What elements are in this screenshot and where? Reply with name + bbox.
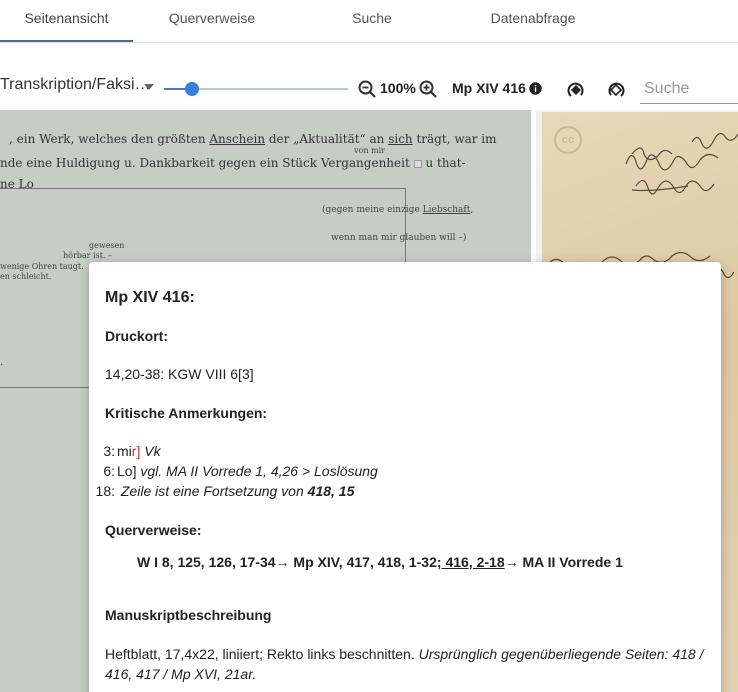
view-mode-select[interactable]: Transkription/Faksi…	[0, 76, 156, 102]
popup-title: Mp XIV 416:	[105, 289, 195, 306]
line-text: u that-	[425, 156, 466, 170]
arrow-right-icon: →	[504, 554, 519, 570]
druckort-heading: Druckort:	[105, 328, 169, 344]
critical-note: 6: Lo] vgl. MA II Vorrede 1, 4,26 > Loslö…	[89, 463, 378, 479]
druckort-text: 14,20-38: KGW VIII 6[3]	[105, 366, 254, 382]
cross-reference-line: W I 8, 125, 126, 17-34→ Mp XIV, 417, 418…	[137, 554, 623, 570]
cross-reference-text: W I 8, 125, 126, 17-34	[137, 554, 276, 570]
transcription-line-1: , ein Werk, welches den größten Anschein…	[9, 132, 497, 146]
line-text: trägt, war im	[412, 132, 497, 146]
chevron-down-icon	[144, 84, 154, 90]
underlined-word[interactable]: sich	[388, 132, 412, 146]
transcription-line-2: nde eine Huldigung u. Dankbarkeit gegen …	[0, 156, 466, 170]
app-root: Seitenansicht Querverweise Suche Datenab…	[0, 0, 738, 692]
rotate-left-icon[interactable]	[604, 78, 628, 102]
line-text: der „Aktualität“ an	[265, 132, 389, 146]
manuskriptbeschreibung-heading: Manuskriptbeschreibung	[105, 607, 272, 623]
tab-seitenansicht[interactable]: Seitenansicht	[0, 0, 133, 42]
cross-reference-text: MA II Vorrede 1	[518, 554, 623, 570]
note-reference[interactable]: 418, 15	[308, 483, 355, 499]
box-text: ,	[470, 205, 474, 215]
note-text: Zeile ist eine Fortsetzung von	[120, 483, 308, 499]
zoom-slider[interactable]	[164, 82, 348, 96]
box-line-2: wenn man mir glauben will –)	[331, 233, 467, 243]
zoom-level: 100%	[380, 80, 416, 96]
description-text: Heftblatt, 17,4x22, liniiert; Rekto link…	[105, 646, 419, 662]
arrow-right-icon: →	[275, 554, 290, 570]
note-number: 3:	[103, 443, 115, 459]
margin-note-1: gewesen	[89, 241, 125, 250]
tab-suche[interactable]: Suche	[322, 0, 422, 42]
manuscript-description: Heftblatt, 17,4x22, liniiert; Rekto link…	[105, 644, 715, 684]
insertion-marker[interactable]	[413, 159, 422, 168]
zoom-in-icon[interactable]	[418, 79, 438, 99]
viewer-toolbar: Transkription/Faksi… 100% Mp XIV 416	[0, 66, 738, 106]
tab-datenabfrage[interactable]: Datenabfrage	[470, 0, 596, 42]
note-lemma: Lo]	[117, 463, 137, 479]
line-text: , ein Werk, welches den größten	[9, 132, 210, 146]
zoom-out-icon[interactable]	[357, 79, 377, 99]
critical-note: 3: mir] Vk	[89, 443, 161, 459]
note-number: 18:	[95, 483, 115, 499]
tab-bar: Seitenansicht Querverweise Suche Datenab…	[0, 0, 738, 43]
interlinear-addition: von mir	[354, 146, 385, 155]
box-line-1: (gegen meine einzige Liebschaft,	[322, 205, 473, 215]
margin-note-4: en schleicht.	[0, 272, 52, 281]
margin-note-3: wenige Ohren taugt.	[0, 262, 84, 271]
box-text: (gegen meine einzige	[322, 205, 423, 215]
line-text: nde eine Huldigung u. Dankbarkeit gegen …	[0, 156, 410, 170]
note-text: Vk	[140, 443, 161, 459]
underlined-word[interactable]: Anschein	[209, 132, 265, 146]
note-lemma: mi	[117, 443, 132, 459]
info-icon[interactable]	[529, 82, 542, 95]
margin-note-2: hörbar ist. –	[63, 251, 113, 260]
note-text: vgl. MA II Vorrede 1, 4,26 > Loslösung	[136, 463, 378, 479]
cross-reference-link[interactable]: ; 416, 2-18	[437, 554, 505, 570]
cross-reference-text: Mp XIV, 417, 418, 1-32	[289, 554, 437, 570]
zoom-slider-thumb[interactable]	[184, 82, 199, 96]
view-mode-value: Transkription/Faksi…	[0, 76, 151, 93]
underlined-word[interactable]: Liebschaft	[423, 205, 471, 215]
critical-note: 18: Zeile ist eine Fortsetzung von 418, …	[89, 483, 355, 499]
manuscript-info-popup: Mp XIV 416: Druckort: 14,20-38: KGW VIII…	[89, 262, 721, 692]
search-input[interactable]	[640, 74, 738, 104]
dot-mark: .	[0, 357, 4, 368]
kritische-anmerkungen-heading: Kritische Anmerkungen:	[105, 405, 268, 421]
querverweise-heading: Querverweise:	[105, 522, 202, 538]
manuscript-id: Mp XIV 416	[452, 80, 526, 96]
rotate-right-icon[interactable]	[564, 78, 588, 102]
note-number: 6:	[103, 463, 115, 479]
tab-querverweise[interactable]: Querverweise	[148, 0, 276, 42]
